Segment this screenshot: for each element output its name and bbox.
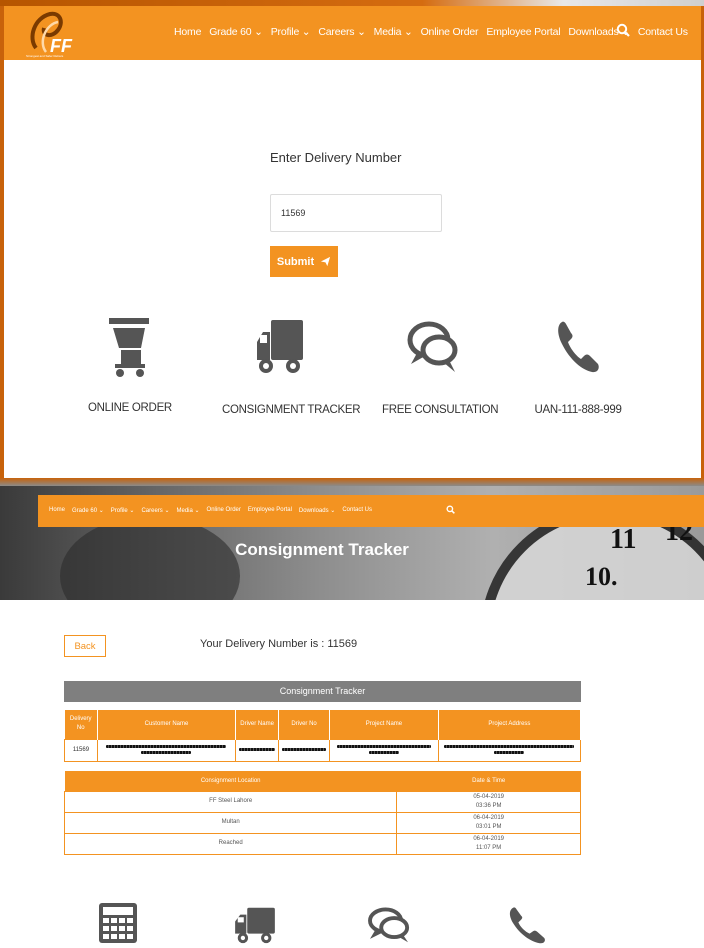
truck-icon — [257, 320, 303, 373]
nav-media[interactable]: Media ⌄ — [374, 26, 413, 38]
col-date-time: Date & Time — [396, 771, 581, 791]
col-customer-name: Customer Name — [97, 710, 237, 739]
delivery-number-input[interactable] — [270, 194, 442, 232]
tracker-table-title: Consignment Tracker — [64, 681, 581, 702]
cell-date-time: 06-04-2019 03:01 PM — [396, 811, 581, 834]
nav2-profile[interactable]: Profile ⌄ — [111, 507, 135, 514]
chat-icon[interactable] — [366, 906, 412, 944]
nav2-employee-portal[interactable]: Employee Portal — [248, 507, 292, 514]
col-project-name: Project Name — [329, 710, 439, 739]
section-divider — [0, 478, 704, 486]
col-driver-name: Driver Name — [235, 710, 280, 739]
consignment-location-table: Consignment Location Date & Time FF Stee… — [63, 771, 581, 855]
nav2-careers[interactable]: Careers ⌄ — [141, 507, 169, 514]
cell-location: FF Steel Lahore — [63, 790, 398, 813]
paper-plane-icon — [321, 256, 331, 267]
calculator-icon[interactable] — [98, 902, 138, 944]
logo-tagline: Strongest and Safer Rebars — [26, 54, 64, 58]
back-button[interactable]: Back — [64, 635, 106, 657]
nav2-home[interactable]: Home — [49, 507, 65, 514]
nav-online-order[interactable]: Online Order — [421, 26, 479, 38]
col-consignment-location: Consignment Location — [64, 771, 397, 791]
top-navbar: FF Strongest and Safer Rebars Home Grade… — [4, 6, 701, 60]
nav2-downloads[interactable]: Downloads ⌄ — [299, 507, 335, 514]
nav-profile[interactable]: Profile ⌄ — [271, 26, 311, 38]
feature-free-consultation[interactable]: FREE CONSULTATION — [382, 318, 499, 416]
truck-icon[interactable] — [233, 906, 277, 944]
submit-button[interactable]: Submit — [270, 246, 338, 277]
cart-icon — [109, 318, 149, 377]
table-row: FF Steel Lahore 05-04-2019 03:36 PM — [63, 790, 581, 813]
delivery-number-display: Your Delivery Number is : 11569 — [200, 638, 358, 650]
svg-text:FF: FF — [50, 36, 73, 56]
nav-careers[interactable]: Careers ⌄ — [318, 26, 365, 38]
search-icon[interactable] — [446, 505, 455, 514]
feature-label-uan: UAN-111-888-999 — [534, 404, 622, 416]
cell-project-name-redacted — [329, 738, 439, 762]
feature-consignment-tracker[interactable]: CONSIGNMENT TRACKER — [222, 318, 361, 416]
nav-grade-60[interactable]: Grade 60 ⌄ — [209, 26, 263, 38]
phone-icon[interactable] — [508, 905, 546, 945]
col-project-address: Project Address — [438, 710, 582, 739]
nav2-grade-60[interactable]: Grade 60 ⌄ — [72, 507, 104, 514]
phone-icon — [558, 321, 599, 373]
cell-location: Reached — [63, 832, 398, 855]
secondary-nav-links: Home Grade 60 ⌄ Profile ⌄ Careers ⌄ Medi… — [49, 507, 379, 514]
cell-delivery-no: 11569 — [64, 738, 98, 762]
page-title: Consignment Tracker — [235, 540, 409, 559]
table-row: Reached 06-04-2019 11:07 PM — [63, 832, 581, 855]
table-row: Multan 06-04-2019 03:01 PM — [63, 811, 581, 834]
ff-steel-logo[interactable]: FF — [24, 8, 94, 58]
col-delivery-no: Delivery No — [64, 710, 98, 739]
nav-home[interactable]: Home — [174, 26, 201, 38]
cell-date-time: 06-04-2019 11:07 PM — [396, 832, 581, 855]
nav-employee-portal[interactable]: Employee Portal — [486, 26, 560, 38]
nav-contact-us[interactable]: Contact Us — [638, 26, 688, 38]
cell-driver-name-redacted — [235, 738, 280, 762]
cell-location: Multan — [63, 811, 398, 834]
nav2-contact-us[interactable]: Contact Us — [342, 507, 372, 514]
feature-label-consignment-tracker: CONSIGNMENT TRACKER — [222, 404, 361, 416]
feature-label-free-consultation: FREE CONSULTATION — [382, 404, 499, 416]
cell-date-time: 05-04-2019 03:36 PM — [396, 790, 581, 813]
chat-icon — [407, 321, 458, 372]
table-row: 11569 — [64, 738, 582, 762]
feature-uan-phone[interactable]: UAN-111-888-999 — [528, 318, 628, 416]
nav2-media[interactable]: Media ⌄ — [176, 507, 199, 514]
feature-label-online-order: ONLINE ORDER — [88, 402, 172, 414]
enter-delivery-label: Enter Delivery Number — [270, 150, 402, 165]
cell-project-address-redacted — [437, 738, 582, 762]
nav2-online-order[interactable]: Online Order — [207, 507, 241, 514]
feature-online-order[interactable]: ONLINE ORDER — [88, 316, 172, 414]
delivery-details-table: Delivery No Customer Name Driver Name Dr… — [64, 710, 582, 762]
cell-customer-name-redacted — [96, 738, 237, 762]
search-icon[interactable] — [616, 23, 630, 37]
col-driver-no: Driver No — [278, 710, 331, 739]
cell-driver-no-redacted — [278, 738, 331, 762]
secondary-navbar: Home Grade 60 ⌄ Profile ⌄ Careers ⌄ Medi… — [38, 495, 704, 527]
submit-label: Submit — [276, 255, 315, 268]
